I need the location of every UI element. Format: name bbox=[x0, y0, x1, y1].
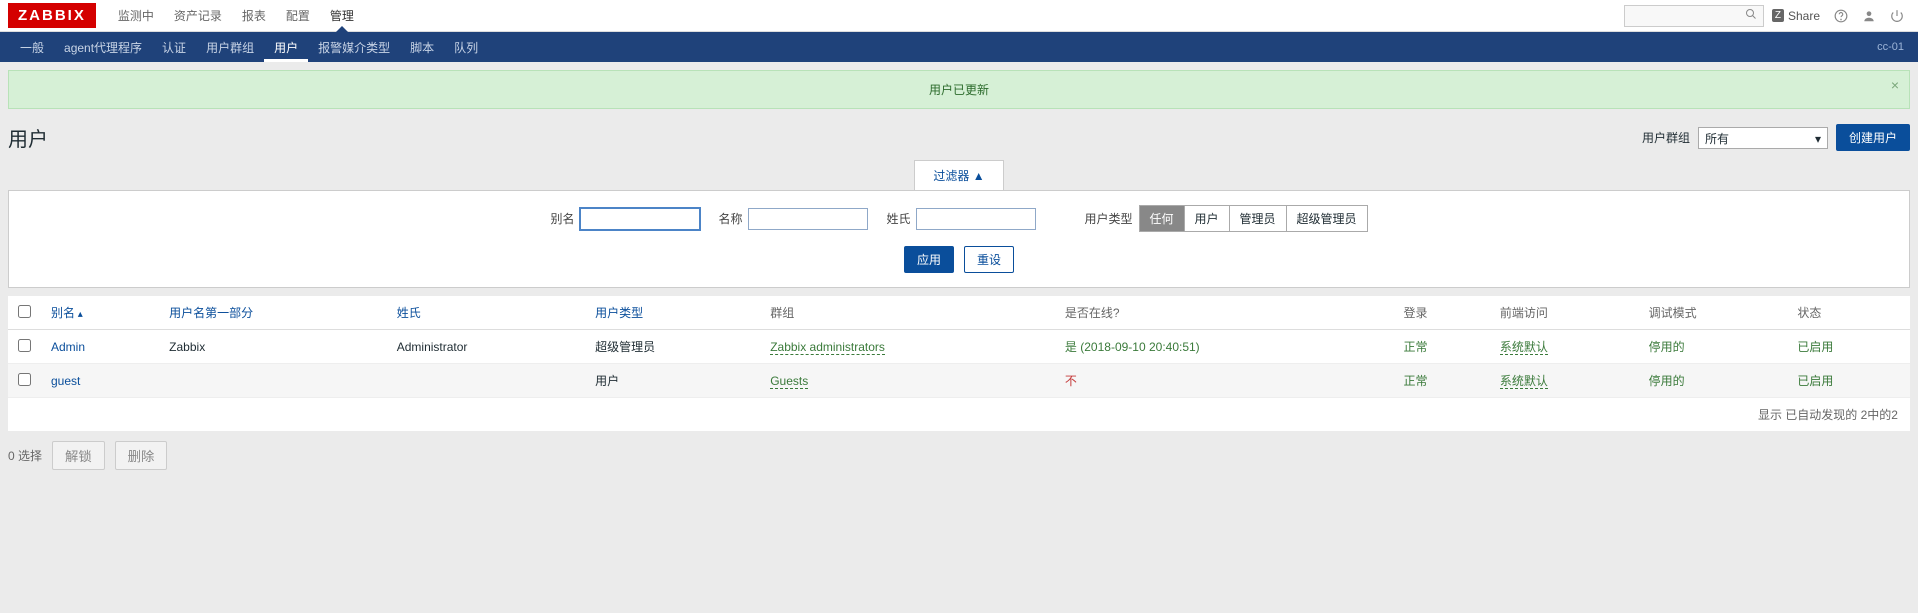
col-surname[interactable]: 姓氏 bbox=[387, 296, 585, 330]
usertype-seg[interactable]: 超级管理员 bbox=[1287, 206, 1367, 231]
usertype-seg[interactable]: 任何 bbox=[1140, 206, 1185, 231]
cell-firstname: Zabbix bbox=[159, 330, 387, 364]
filter-reset-button[interactable]: 重设 bbox=[964, 246, 1014, 273]
col-debug: 调试模式 bbox=[1639, 296, 1788, 330]
cell-status: 已启用 bbox=[1787, 330, 1910, 364]
sub-nav: 一般agent代理程序认证用户群组用户报警媒介类型脚本队列 cc-01 bbox=[0, 32, 1918, 62]
col-groups: 群组 bbox=[760, 296, 1055, 330]
col-online: 是否在线? bbox=[1055, 296, 1394, 330]
group-select[interactable]: 所有 ▾ bbox=[1698, 127, 1828, 149]
col-alias[interactable]: 别名 bbox=[41, 296, 159, 330]
filter-toggle[interactable]: 过滤器 ▲ bbox=[914, 160, 1003, 190]
usertype-seg[interactable]: 管理员 bbox=[1230, 206, 1287, 231]
page-title: 用户 bbox=[8, 123, 48, 152]
usertype-seg[interactable]: 用户 bbox=[1185, 206, 1230, 231]
help-icon[interactable] bbox=[1828, 3, 1854, 29]
banner-text: 用户已更新 bbox=[929, 83, 989, 97]
sub-menu-item[interactable]: 用户 bbox=[264, 32, 308, 62]
cell-login: 正常 bbox=[1394, 330, 1490, 364]
cell-surname bbox=[387, 364, 585, 398]
bulk-actions: 0 选择 解锁 删除 bbox=[8, 441, 1910, 470]
share-button[interactable]: Z Share bbox=[1766, 9, 1826, 23]
share-z-icon: Z bbox=[1772, 9, 1784, 22]
cell-usertype: 超级管理员 bbox=[585, 330, 760, 364]
success-banner: 用户已更新 × bbox=[8, 70, 1910, 109]
col-login: 登录 bbox=[1394, 296, 1490, 330]
table-footer: 显示 已自动发现的 2中的2 bbox=[8, 398, 1910, 431]
col-frontend: 前端访问 bbox=[1490, 296, 1639, 330]
top-menu-item[interactable]: 配置 bbox=[276, 0, 320, 31]
cell-frontend[interactable]: 系统默认 bbox=[1500, 340, 1548, 355]
power-icon[interactable] bbox=[1884, 3, 1910, 29]
logo[interactable]: ZABBIX bbox=[8, 3, 96, 28]
top-menu-item[interactable]: 管理 bbox=[320, 0, 364, 31]
filter-name-label: 名称 bbox=[718, 210, 742, 227]
search-icon bbox=[1745, 8, 1757, 23]
cell-groups[interactable]: Zabbix administrators bbox=[770, 340, 885, 355]
col-firstname[interactable]: 用户名第一部分 bbox=[159, 296, 387, 330]
sub-menu: 一般agent代理程序认证用户群组用户报警媒介类型脚本队列 bbox=[10, 32, 488, 62]
row-checkbox[interactable] bbox=[18, 339, 31, 352]
selected-count: 0 选择 bbox=[8, 447, 42, 464]
filter-surname-label: 姓氏 bbox=[886, 210, 910, 227]
cell-debug: 停用的 bbox=[1639, 364, 1788, 398]
cell-login: 正常 bbox=[1394, 364, 1490, 398]
close-icon[interactable]: × bbox=[1891, 77, 1899, 93]
top-menu: 监测中资产记录报表配置管理 bbox=[108, 0, 364, 31]
sub-menu-item[interactable]: 用户群组 bbox=[196, 32, 264, 62]
group-selected: 所有 bbox=[1705, 132, 1729, 146]
col-usertype[interactable]: 用户类型 bbox=[585, 296, 760, 330]
top-right: Z Share bbox=[1624, 0, 1918, 31]
page-header-right: 用户群组 所有 ▾ 创建用户 bbox=[1642, 124, 1910, 151]
filter-panel: 过滤器 ▲ 别名 名称 姓氏 用户类型 任何用户管理员超级管理员 应用 重设 bbox=[8, 160, 1910, 288]
filter-usertype-label: 用户类型 bbox=[1084, 210, 1132, 227]
sub-menu-item[interactable]: 脚本 bbox=[400, 32, 444, 62]
filter-name-input[interactable] bbox=[748, 208, 868, 230]
page-header: 用户 用户群组 所有 ▾ 创建用户 bbox=[0, 109, 1918, 160]
filter-surname-input[interactable] bbox=[916, 208, 1036, 230]
select-all-checkbox[interactable] bbox=[18, 305, 31, 318]
sub-menu-item[interactable]: 队列 bbox=[444, 32, 488, 62]
users-table: 别名 用户名第一部分 姓氏 用户类型 群组 是否在线? 登录 前端访问 调试模式… bbox=[8, 296, 1910, 398]
sub-menu-item[interactable]: 一般 bbox=[10, 32, 54, 62]
cell-alias[interactable]: Admin bbox=[51, 340, 85, 354]
filter-alias-label: 别名 bbox=[550, 210, 574, 227]
bulk-unlock-button[interactable]: 解锁 bbox=[52, 441, 105, 470]
cell-online: 不 bbox=[1055, 364, 1394, 398]
top-menu-item[interactable]: 监测中 bbox=[108, 0, 164, 31]
filter-apply-button[interactable]: 应用 bbox=[904, 246, 954, 273]
cell-online: 是 (2018-09-10 20:40:51) bbox=[1055, 330, 1394, 364]
cell-alias[interactable]: guest bbox=[51, 374, 80, 388]
cell-surname: Administrator bbox=[387, 330, 585, 364]
server-name: cc-01 bbox=[1877, 41, 1908, 53]
sub-menu-item[interactable]: 报警媒介类型 bbox=[308, 32, 400, 62]
usertype-segmented: 任何用户管理员超级管理员 bbox=[1139, 205, 1368, 232]
table-row: guest 用户 Guests 不正常系统默认 停用的已启用 bbox=[8, 364, 1910, 398]
filter-alias-input[interactable] bbox=[580, 208, 700, 230]
row-checkbox[interactable] bbox=[18, 373, 31, 386]
users-tbody: Admin ZabbixAdministrator超级管理员 Zabbix admi… bbox=[8, 330, 1910, 398]
filter-body: 别名 名称 姓氏 用户类型 任何用户管理员超级管理员 应用 重设 bbox=[8, 190, 1910, 288]
top-menu-item[interactable]: 报表 bbox=[232, 0, 276, 31]
cell-groups[interactable]: Guests bbox=[770, 374, 808, 389]
top-menu-item[interactable]: 资产记录 bbox=[164, 0, 232, 31]
table-row: Admin ZabbixAdministrator超级管理员 Zabbix admi… bbox=[8, 330, 1910, 364]
col-status: 状态 bbox=[1787, 296, 1910, 330]
search-input[interactable] bbox=[1624, 5, 1764, 27]
cell-firstname bbox=[159, 364, 387, 398]
chevron-down-icon: ▾ bbox=[1815, 132, 1821, 146]
group-label: 用户群组 bbox=[1642, 129, 1690, 146]
sub-menu-item[interactable]: agent代理程序 bbox=[54, 32, 152, 62]
user-icon[interactable] bbox=[1856, 3, 1882, 29]
cell-status: 已启用 bbox=[1787, 364, 1910, 398]
cell-usertype: 用户 bbox=[585, 364, 760, 398]
sub-menu-item[interactable]: 认证 bbox=[152, 32, 196, 62]
create-user-button[interactable]: 创建用户 bbox=[1836, 124, 1910, 151]
top-nav: ZABBIX 监测中资产记录报表配置管理 Z Share bbox=[0, 0, 1918, 32]
users-table-wrap: 别名 用户名第一部分 姓氏 用户类型 群组 是否在线? 登录 前端访问 调试模式… bbox=[8, 296, 1910, 431]
cell-debug: 停用的 bbox=[1639, 330, 1788, 364]
share-label: Share bbox=[1788, 9, 1820, 23]
cell-frontend[interactable]: 系统默认 bbox=[1500, 374, 1548, 389]
bulk-delete-button[interactable]: 删除 bbox=[115, 441, 168, 470]
